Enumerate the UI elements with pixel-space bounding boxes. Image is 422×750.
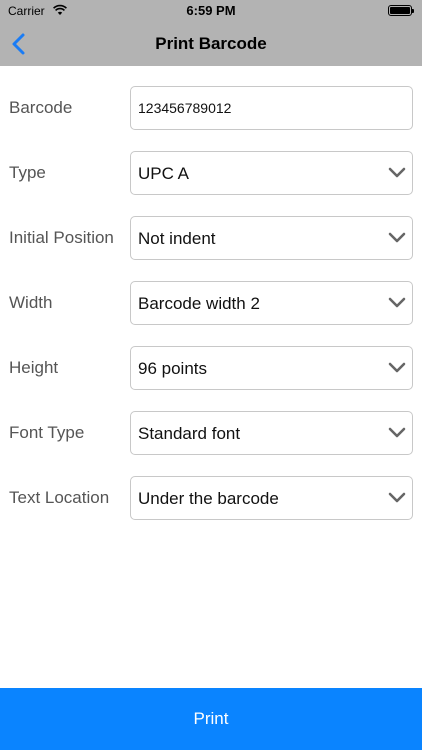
width-label: Width bbox=[9, 293, 53, 312]
chevron-down-icon bbox=[388, 167, 406, 178]
navigation-bar: Print Barcode bbox=[0, 22, 422, 66]
battery-icon bbox=[388, 5, 414, 16]
chevron-down-icon bbox=[388, 427, 406, 438]
form-row-initial-position: Initial Position Not indent bbox=[0, 216, 422, 262]
width-select-value: Barcode width 2 bbox=[138, 294, 260, 313]
initial-position-select-value: Not indent bbox=[138, 229, 216, 248]
print-button-label: Print bbox=[193, 709, 229, 728]
type-select-value: UPC A bbox=[138, 164, 190, 183]
chevron-down-icon bbox=[388, 362, 406, 373]
chevron-down-icon bbox=[388, 232, 406, 243]
chevron-down-icon bbox=[388, 297, 406, 308]
height-label: Height bbox=[9, 358, 59, 377]
height-select[interactable]: 96 points bbox=[130, 346, 413, 390]
print-button[interactable]: Print bbox=[0, 688, 422, 750]
form-row-font-type: Font Type Standard font bbox=[0, 411, 422, 457]
width-select[interactable]: Barcode width 2 bbox=[130, 281, 413, 325]
type-label: Type bbox=[9, 163, 46, 182]
chevron-down-icon bbox=[388, 492, 406, 503]
initial-position-label: Initial Position bbox=[9, 228, 114, 247]
form-row-type: Type UPC A bbox=[0, 151, 422, 197]
height-select-value: 96 points bbox=[138, 359, 207, 378]
font-type-select-value: Standard font bbox=[138, 424, 241, 443]
barcode-input[interactable]: 123456789012 bbox=[130, 86, 413, 130]
font-type-label: Font Type bbox=[9, 423, 85, 442]
text-location-label: Text Location bbox=[9, 488, 110, 507]
initial-position-select[interactable]: Not indent bbox=[130, 216, 413, 260]
text-location-select[interactable]: Under the barcode bbox=[130, 476, 413, 520]
type-select[interactable]: UPC A bbox=[130, 151, 413, 195]
text-location-select-value: Under the barcode bbox=[138, 489, 279, 508]
status-bar: Carrier 6:59 PM bbox=[0, 0, 422, 22]
barcode-input-value: 123456789012 bbox=[138, 100, 232, 116]
page-title: Print Barcode bbox=[155, 34, 267, 53]
form-row-height: Height 96 points bbox=[0, 346, 422, 392]
form-row-text-location: Text Location Under the barcode bbox=[0, 476, 422, 522]
barcode-label: Barcode bbox=[9, 98, 73, 117]
clock-time: 6:59 PM bbox=[186, 3, 236, 18]
font-type-select[interactable]: Standard font bbox=[130, 411, 413, 455]
form-row-barcode: Barcode 123456789012 bbox=[0, 86, 422, 132]
form-row-width: Width Barcode width 2 bbox=[0, 281, 422, 327]
